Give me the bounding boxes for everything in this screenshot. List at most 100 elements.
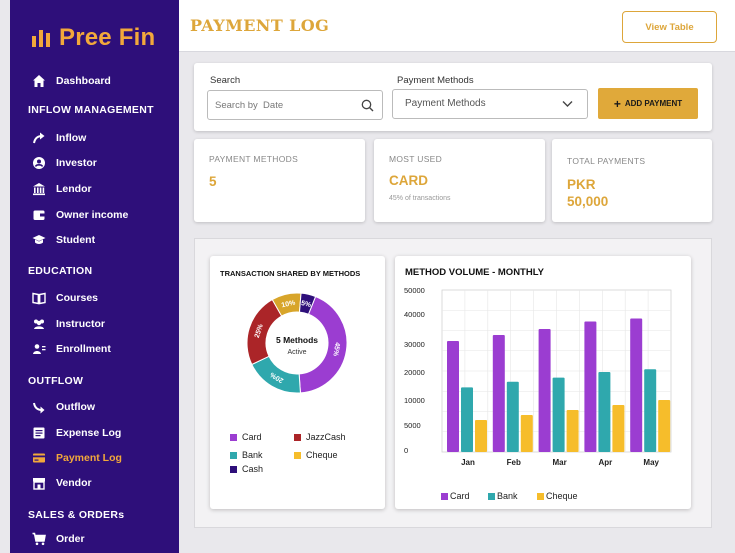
sidebar-item-owner-income[interactable]: Owner income xyxy=(32,206,128,224)
legend-label: Card xyxy=(450,491,470,501)
legend-label: Bank xyxy=(497,491,518,501)
legend-label: Bank xyxy=(242,450,263,460)
sidebar-item-investor[interactable]: Investor xyxy=(32,154,97,172)
y-tick-label: 5000 xyxy=(404,421,421,430)
charts-area: TRANSACTION SHARED BY METHODS 45% 20% 25% 1… xyxy=(194,238,712,528)
bar-bank-apr[interactable] xyxy=(598,372,611,452)
bar-card-mar[interactable] xyxy=(538,329,551,452)
methods-label: Payment Methods xyxy=(397,75,474,86)
sidebar-item-label: Vendor xyxy=(56,477,92,489)
view-table-button[interactable]: View Table xyxy=(622,11,717,43)
plus-icon: + xyxy=(613,96,621,111)
bar-card-feb[interactable] xyxy=(492,335,505,452)
x-tick-label: May xyxy=(643,458,659,467)
bar-bank-jan[interactable] xyxy=(461,387,473,452)
user-circle-icon xyxy=(32,156,46,170)
donut-center-label: 5 Methods xyxy=(276,335,318,345)
sidebar-item-outflow[interactable]: Outflow xyxy=(32,398,95,416)
home-icon xyxy=(32,74,46,88)
redo-arrow-icon xyxy=(32,400,46,414)
legend-swatch xyxy=(230,451,237,459)
sidebar-item-instructor[interactable]: Instructor xyxy=(32,315,105,333)
bar-bank-may[interactable] xyxy=(644,369,657,452)
legend-item-jazzcash[interactable]: JazzCash xyxy=(294,432,346,442)
bank-icon xyxy=(32,182,46,196)
legend-label: Cheque xyxy=(546,491,578,501)
legend-swatch xyxy=(488,492,495,500)
bar-card-apr[interactable] xyxy=(584,321,597,453)
brand[interactable]: Pree Fin xyxy=(32,24,155,52)
sidebar-item-enrollment[interactable]: Enrollment xyxy=(32,340,111,358)
payment-methods-select[interactable]: Payment Methods xyxy=(392,89,588,119)
stat-value: 5 xyxy=(209,174,217,189)
search-icon[interactable] xyxy=(361,99,374,112)
search-field[interactable] xyxy=(207,90,383,120)
bar-card-may[interactable] xyxy=(630,318,643,453)
sidebar-item-lendor[interactable]: Lendor xyxy=(32,180,92,198)
sidebar-item-order[interactable]: Order xyxy=(32,530,85,548)
users-icon xyxy=(32,317,46,331)
bar-chart-title: METHOD VOLUME - MONTHLY xyxy=(405,267,544,278)
legend-item-cash[interactable]: Cash xyxy=(230,464,263,474)
donut-slice-jazzcash[interactable] xyxy=(246,298,283,366)
donut-chart-card: TRANSACTION SHARED BY METHODS 45% 20% 25% 1… xyxy=(210,256,385,509)
stat-value: CARD xyxy=(389,173,428,188)
legend-item-cheque[interactable]: Cheque xyxy=(294,450,338,460)
y-tick-label: 40000 xyxy=(404,310,425,319)
bar-cheque-feb[interactable] xyxy=(520,415,533,452)
sidebar-item-inflow[interactable]: Inflow xyxy=(32,129,86,147)
bar-card-jan[interactable] xyxy=(447,341,459,452)
bar-cheque-jan[interactable] xyxy=(475,420,487,452)
bar-chart-logo-icon xyxy=(32,29,50,47)
legend-swatch xyxy=(294,433,301,441)
bar-cheque-may[interactable] xyxy=(658,400,671,452)
legend-label: JazzCash xyxy=(306,432,346,442)
legend-swatch xyxy=(294,451,301,459)
document-icon xyxy=(32,426,46,440)
legend-item-bank[interactable]: Bank xyxy=(230,450,263,460)
y-tick-label: 50000 xyxy=(404,286,425,295)
search-input[interactable] xyxy=(215,92,355,118)
y-tick-label: 10000 xyxy=(404,396,425,405)
legend-item-bank[interactable]: Bank xyxy=(488,491,518,501)
bar-bank-feb[interactable] xyxy=(506,381,519,452)
legend-item-card[interactable]: Card xyxy=(441,491,470,501)
legend-swatch xyxy=(230,465,237,473)
bar-cheque-apr[interactable] xyxy=(612,405,625,452)
filter-bar: Search Payment Methods Payment Methods +… xyxy=(194,63,712,131)
bar-cheque-mar[interactable] xyxy=(566,410,579,452)
cart-icon xyxy=(32,532,46,546)
add-payment-button[interactable]: + ADD PAYMENT xyxy=(598,88,698,119)
section-title-sales: SALES & ORDERs xyxy=(28,509,125,521)
legend-swatch xyxy=(537,492,544,500)
legend-item-cheque[interactable]: Cheque xyxy=(537,491,578,501)
top-bar: PAYMENT LOG View Table xyxy=(179,0,735,52)
sidebar-item-expense-log[interactable]: Expense Log xyxy=(32,424,121,442)
x-tick-label: Mar xyxy=(552,458,566,467)
search-label: Search xyxy=(210,75,241,86)
sidebar-item-payment-log[interactable]: Payment Log xyxy=(32,449,122,467)
sidebar-item-label: Owner income xyxy=(56,209,129,221)
legend-item-card[interactable]: Card xyxy=(230,432,262,442)
sidebar-item-courses[interactable]: Courses xyxy=(32,289,98,307)
legend-label: Cash xyxy=(242,464,264,474)
sidebar-item-vendor[interactable]: Vendor xyxy=(32,474,92,492)
app-root: Pree Fin Dashboard INFLOW MANAGEMENT Inf… xyxy=(0,0,735,553)
sidebar: Pree Fin Dashboard INFLOW MANAGEMENT Inf… xyxy=(10,0,179,553)
add-payment-label: ADD PAYMENT xyxy=(624,99,683,108)
x-tick-label: Feb xyxy=(507,458,521,467)
x-tick-label: Apr xyxy=(599,458,613,467)
sidebar-item-label: Lendor xyxy=(56,183,92,195)
graduation-cap-icon xyxy=(32,233,46,247)
bar-bank-mar[interactable] xyxy=(552,377,565,452)
store-icon xyxy=(32,476,46,490)
legend-label: Card xyxy=(242,432,262,442)
credit-card-icon xyxy=(32,451,46,465)
page-title: PAYMENT LOG xyxy=(190,16,330,35)
bar-chart: 0 5000 10000 20000 30000 40000 50000 Jan Feb Mar A… xyxy=(404,286,672,467)
sidebar-item-label: Order xyxy=(56,533,85,545)
sidebar-item-student[interactable]: Student xyxy=(32,231,95,249)
section-title-education: EDUCATION xyxy=(28,265,93,277)
stat-value-amount: 50,000 xyxy=(567,194,609,209)
sidebar-item-dashboard[interactable]: Dashboard xyxy=(32,72,111,90)
